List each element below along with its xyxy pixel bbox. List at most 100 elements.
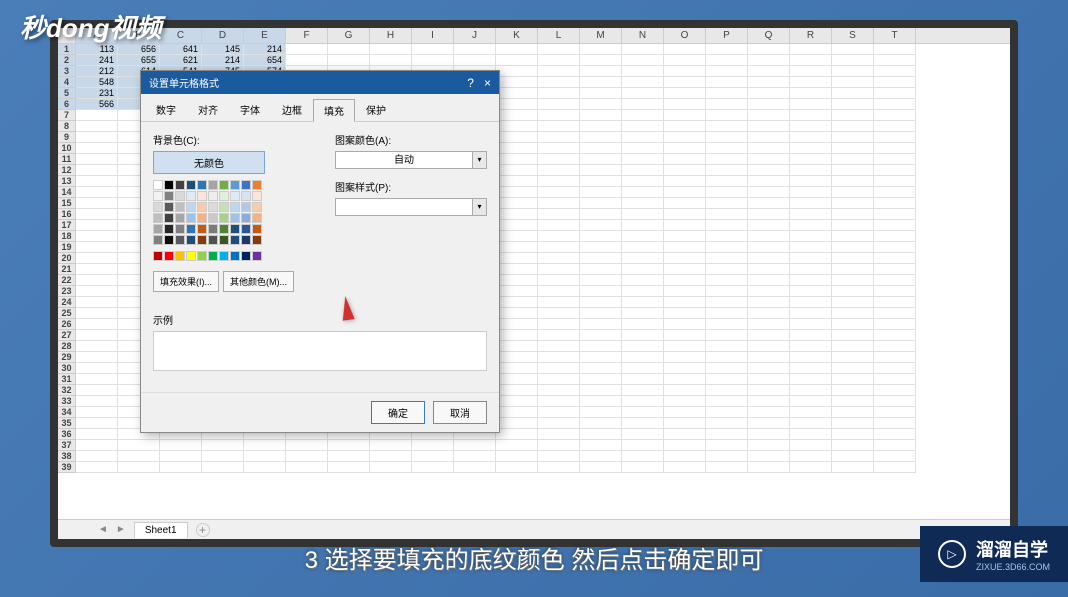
cell[interactable]	[664, 275, 706, 286]
cell[interactable]: 641	[160, 44, 202, 55]
cell[interactable]	[874, 451, 916, 462]
cell[interactable]	[496, 77, 538, 88]
cell[interactable]	[790, 275, 832, 286]
color-swatch[interactable]	[219, 180, 229, 190]
cell[interactable]	[496, 264, 538, 275]
row-header[interactable]: 15	[58, 198, 76, 209]
color-swatch[interactable]	[230, 251, 240, 261]
cell[interactable]	[748, 55, 790, 66]
cell[interactable]	[874, 121, 916, 132]
row-header[interactable]: 14	[58, 187, 76, 198]
cell[interactable]	[580, 242, 622, 253]
cell[interactable]	[664, 330, 706, 341]
cell[interactable]: 214	[202, 55, 244, 66]
cell[interactable]	[832, 418, 874, 429]
cell[interactable]	[538, 264, 580, 275]
cell[interactable]	[706, 110, 748, 121]
color-swatch[interactable]	[241, 180, 251, 190]
cell[interactable]	[748, 66, 790, 77]
color-swatch[interactable]	[230, 213, 240, 223]
cell[interactable]	[580, 121, 622, 132]
cell[interactable]	[748, 341, 790, 352]
cell[interactable]	[370, 462, 412, 473]
cell[interactable]	[706, 132, 748, 143]
cell[interactable]	[832, 242, 874, 253]
cell[interactable]	[748, 385, 790, 396]
color-swatch[interactable]	[230, 180, 240, 190]
cell[interactable]	[706, 44, 748, 55]
cell[interactable]	[538, 44, 580, 55]
cell[interactable]	[580, 462, 622, 473]
cell[interactable]	[76, 440, 118, 451]
cell[interactable]	[832, 275, 874, 286]
color-swatch[interactable]	[230, 191, 240, 201]
cell[interactable]	[496, 154, 538, 165]
cell[interactable]	[748, 451, 790, 462]
cell[interactable]	[76, 176, 118, 187]
cell[interactable]	[748, 88, 790, 99]
cell[interactable]	[790, 110, 832, 121]
color-swatch[interactable]	[175, 213, 185, 223]
cell[interactable]	[496, 187, 538, 198]
cell[interactable]	[790, 363, 832, 374]
cell[interactable]	[580, 231, 622, 242]
color-swatch[interactable]	[153, 213, 163, 223]
color-swatch[interactable]	[164, 180, 174, 190]
cell[interactable]	[454, 55, 496, 66]
column-header[interactable]: E	[244, 28, 286, 43]
add-sheet-button[interactable]: +	[196, 523, 210, 537]
cell[interactable]	[748, 132, 790, 143]
color-swatch[interactable]	[241, 213, 251, 223]
cell[interactable]	[706, 319, 748, 330]
cell[interactable]	[832, 319, 874, 330]
cell[interactable]: 231	[76, 88, 118, 99]
cell[interactable]	[832, 374, 874, 385]
cell[interactable]	[76, 297, 118, 308]
cell[interactable]	[76, 319, 118, 330]
cell[interactable]	[622, 363, 664, 374]
cell[interactable]	[538, 407, 580, 418]
cell[interactable]	[874, 88, 916, 99]
cell[interactable]	[664, 242, 706, 253]
row-header[interactable]: 34	[58, 407, 76, 418]
dialog-tab[interactable]: 边框	[271, 98, 313, 121]
cell[interactable]	[412, 451, 454, 462]
cell[interactable]	[496, 66, 538, 77]
cell[interactable]	[538, 154, 580, 165]
cell[interactable]	[874, 396, 916, 407]
cell[interactable]	[790, 66, 832, 77]
color-swatch[interactable]	[186, 224, 196, 234]
cell[interactable]	[706, 55, 748, 66]
row-header[interactable]: 39	[58, 462, 76, 473]
cell[interactable]	[706, 209, 748, 220]
row-header[interactable]: 21	[58, 264, 76, 275]
cell[interactable]	[76, 198, 118, 209]
cell[interactable]: 656	[118, 44, 160, 55]
cell[interactable]	[622, 242, 664, 253]
cell[interactable]	[580, 286, 622, 297]
cell[interactable]	[790, 121, 832, 132]
color-swatch[interactable]	[175, 202, 185, 212]
cell[interactable]	[748, 77, 790, 88]
cell[interactable]	[496, 176, 538, 187]
color-swatch[interactable]	[164, 191, 174, 201]
cell[interactable]	[748, 154, 790, 165]
cell[interactable]	[706, 407, 748, 418]
cell[interactable]	[664, 374, 706, 385]
cell[interactable]	[706, 341, 748, 352]
cell[interactable]	[832, 187, 874, 198]
cell[interactable]	[622, 44, 664, 55]
chevron-down-icon[interactable]: ▾	[473, 151, 487, 169]
color-swatch[interactable]	[230, 202, 240, 212]
row-header[interactable]: 3	[58, 66, 76, 77]
cell[interactable]	[832, 330, 874, 341]
cell[interactable]	[496, 462, 538, 473]
color-swatch[interactable]	[219, 202, 229, 212]
color-swatch[interactable]	[219, 235, 229, 245]
cell[interactable]	[664, 165, 706, 176]
cell[interactable]	[580, 440, 622, 451]
cell[interactable]	[790, 374, 832, 385]
column-header[interactable]: C	[160, 28, 202, 43]
cell[interactable]	[328, 44, 370, 55]
cell[interactable]	[748, 198, 790, 209]
